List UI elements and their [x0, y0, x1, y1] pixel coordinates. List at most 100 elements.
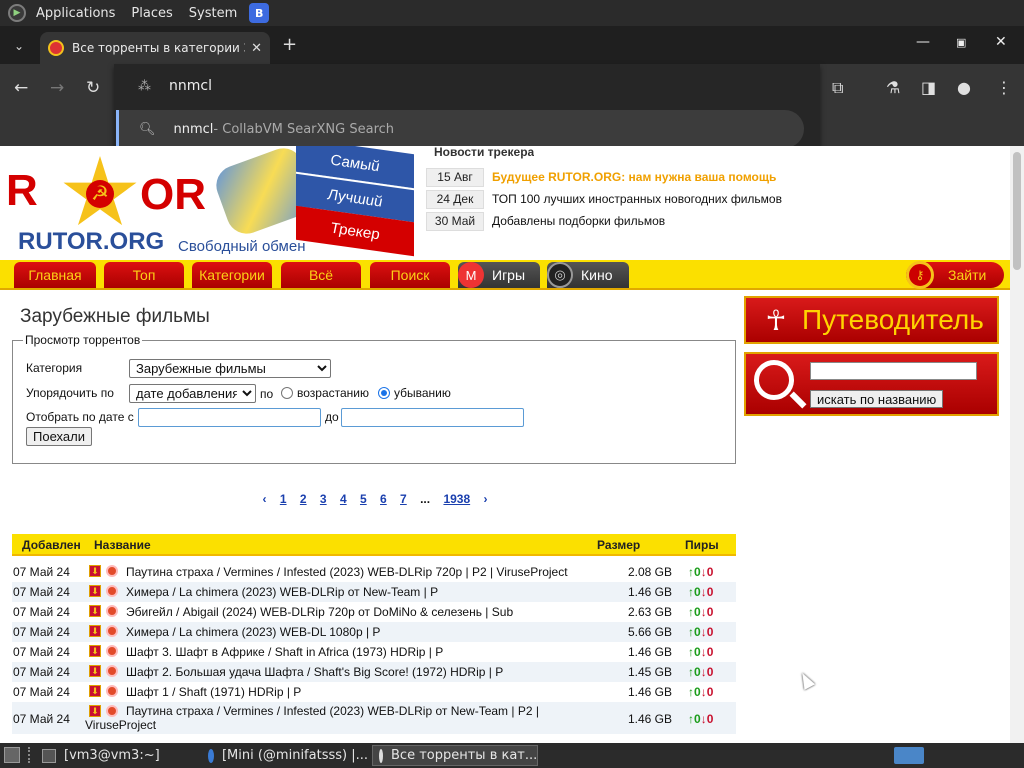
news-link[interactable]: Будущее RUTOR.ORG: нам нужна ваша помощь — [492, 170, 776, 184]
date-from-input[interactable] — [138, 408, 321, 427]
places-menu[interactable]: Places — [131, 6, 172, 21]
torrent-link[interactable]: Шафт 1 / Shaft (1971) HDRip | P — [126, 685, 301, 699]
labs-flask-icon[interactable]: ⚗ — [886, 78, 900, 97]
profile-icon[interactable]: ● — [957, 78, 971, 97]
page-link-4[interactable]: 4 — [340, 492, 347, 506]
row-date: 07 Май 24 — [13, 605, 70, 619]
site-logo[interactable]: R ☭ OR Самый Лучший Трекер RUTOR.ORG Сво… — [0, 146, 420, 258]
show-desktop-icon[interactable] — [4, 747, 20, 763]
task-browser[interactable]: Все торренты в кат... — [372, 745, 538, 766]
download-icon[interactable]: ⬇ — [89, 665, 101, 677]
prev-page-link[interactable]: ‹ — [263, 492, 267, 506]
omnibox-suggestion[interactable]: 🔍︎ nnmcl - CollabVM SearXNG Search — [116, 110, 804, 148]
tab-search-dropdown-icon[interactable]: ⌄ — [8, 35, 30, 57]
forward-icon[interactable]: → — [50, 78, 64, 98]
magnet-icon[interactable] — [106, 665, 118, 677]
new-tab-icon[interactable]: + — [282, 34, 297, 55]
sidebar-search-input[interactable] — [810, 362, 977, 380]
magnet-icon[interactable] — [106, 565, 118, 577]
torrent-link[interactable]: Паутина страха / Vermines / Infested (20… — [126, 565, 568, 579]
download-icon[interactable]: ⬇ — [89, 685, 101, 697]
omnibox-input[interactable]: ⁂ nnmcl — [138, 78, 212, 94]
magnet-icon[interactable] — [106, 605, 118, 617]
torrent-link-continued[interactable]: ViruseProject — [85, 718, 156, 732]
seeders-count: 0 — [694, 665, 701, 679]
page-link-6[interactable]: 6 — [380, 492, 387, 506]
menu-games[interactable]: M Игры — [458, 262, 540, 288]
date-to-input[interactable] — [341, 408, 524, 427]
magnet-icon[interactable] — [106, 685, 118, 697]
tray-applet-icon[interactable] — [894, 747, 924, 764]
sidebar-search-button[interactable]: искать по названию — [810, 390, 944, 408]
torrent-link[interactable]: Шафт 2. Большая удача Шафта / Shaft's Bi… — [126, 665, 503, 679]
browser-tab-active[interactable]: Все торренты в категории З ✕ — [40, 32, 270, 64]
download-icon[interactable]: ⬇ — [89, 605, 101, 617]
side-panel-icon[interactable]: ◨ — [921, 78, 936, 97]
page-link-7[interactable]: 7 — [400, 492, 407, 506]
extensions-icon[interactable]: ⧉ — [832, 78, 843, 98]
browser-menu-icon[interactable]: ⋮ — [996, 78, 1012, 97]
magnet-icon[interactable] — [106, 585, 118, 597]
menu-categories[interactable]: Категории — [192, 262, 272, 288]
omnibox-dropdown: ⁂ nnmcl 🔍︎ nnmcl - CollabVM SearXNG Sear… — [114, 64, 820, 157]
task-telegram[interactable]: [Mini (@minifatsss) |... — [202, 745, 368, 766]
guide-banner[interactable]: ☥ Путеводитель — [744, 296, 999, 344]
page-link-last[interactable]: 1938 — [443, 492, 470, 506]
login-button[interactable]: ⚷ Зайти — [906, 261, 1004, 289]
table-row: 07 Май 24 ⬇ Паутина страха / Vermines / In… — [12, 562, 736, 582]
download-icon[interactable]: ⬇ — [89, 705, 101, 717]
reload-icon[interactable]: ↻ — [86, 78, 100, 98]
download-icon[interactable]: ⬇ — [89, 645, 101, 657]
applications-icon[interactable]: ▶ — [8, 4, 26, 22]
magnet-icon[interactable] — [106, 645, 118, 657]
torrent-link[interactable]: Паутина страха / Vermines / Infested (20… — [126, 704, 539, 718]
next-page-link[interactable]: › — [483, 492, 487, 506]
page-link-2[interactable]: 2 — [300, 492, 307, 506]
torrent-link[interactable]: Химера / La chimera (2023) WEB-DL 1080p … — [126, 625, 380, 639]
magnet-icon[interactable] — [106, 705, 118, 717]
task-terminal-label: [vm3@vm3:~] — [64, 748, 160, 763]
torrent-link[interactable]: Эбигейл / Abigail (2024) WEB-DLRip 720p … — [126, 605, 513, 619]
telegram-icon — [208, 748, 214, 763]
minimize-window-icon[interactable]: — — [916, 34, 930, 50]
task-terminal[interactable]: [vm3@vm3:~] — [36, 745, 196, 766]
torrent-link[interactable]: Шафт 3. Шафт в Африке / Shaft in Africa … — [126, 645, 443, 659]
page-link-5[interactable]: 5 — [360, 492, 367, 506]
browser-launcher-icon[interactable]: B — [249, 3, 270, 23]
page-link-1[interactable]: 1 — [280, 492, 287, 506]
menu-home[interactable]: Главная — [14, 262, 96, 288]
applications-menu[interactable]: Applications — [36, 6, 115, 21]
leechers-count: 0 — [706, 685, 714, 699]
sort-desc-radio[interactable]: убыванию — [378, 386, 451, 400]
row-size: 1.46 GB — [627, 712, 672, 726]
system-menu[interactable]: System — [189, 6, 237, 21]
close-tab-icon[interactable]: ✕ — [251, 41, 262, 56]
close-window-icon[interactable]: ✕ — [995, 34, 1007, 50]
menu-search[interactable]: Поиск — [370, 262, 450, 288]
back-icon[interactable]: ← — [14, 78, 28, 98]
leechers-count: 0 — [706, 625, 714, 639]
download-icon[interactable]: ⬇ — [89, 585, 101, 597]
maximize-window-icon[interactable]: ▣ — [956, 36, 966, 49]
category-select[interactable]: Зарубежные фильмы — [129, 359, 331, 378]
menu-cinema[interactable]: ◎ Кино — [547, 262, 629, 288]
sort-asc-radio[interactable]: возрастанию — [281, 386, 369, 400]
menu-all[interactable]: Всё — [281, 262, 361, 288]
menu-top[interactable]: Топ — [104, 262, 184, 288]
download-icon[interactable]: ⬇ — [89, 565, 101, 577]
download-icon[interactable]: ⬇ — [89, 625, 101, 637]
magnet-icon[interactable] — [106, 625, 118, 637]
page-link-3[interactable]: 3 — [320, 492, 327, 506]
submit-button[interactable]: Поехали — [26, 427, 92, 446]
logo-letters-or: OR — [140, 170, 206, 219]
row-size: 5.66 GB — [627, 625, 672, 639]
table-row: 07 Май 24 ⬇ Шафт 2. Большая удача Шафта / … — [12, 662, 736, 682]
news-link[interactable]: ТОП 100 лучших иностранных новогодних фи… — [492, 192, 782, 206]
seeders-count: 0 — [694, 625, 701, 639]
scrollbar-thumb[interactable] — [1013, 152, 1021, 270]
sort-select[interactable]: дате добавления — [129, 384, 256, 403]
news-link[interactable]: Добавлены подборки фильмов — [492, 214, 665, 228]
torrent-link[interactable]: Химера / La chimera (2023) WEB-DLRip от … — [126, 585, 438, 599]
leechers-count: 0 — [706, 665, 714, 679]
page-scrollbar[interactable] — [1010, 146, 1024, 743]
